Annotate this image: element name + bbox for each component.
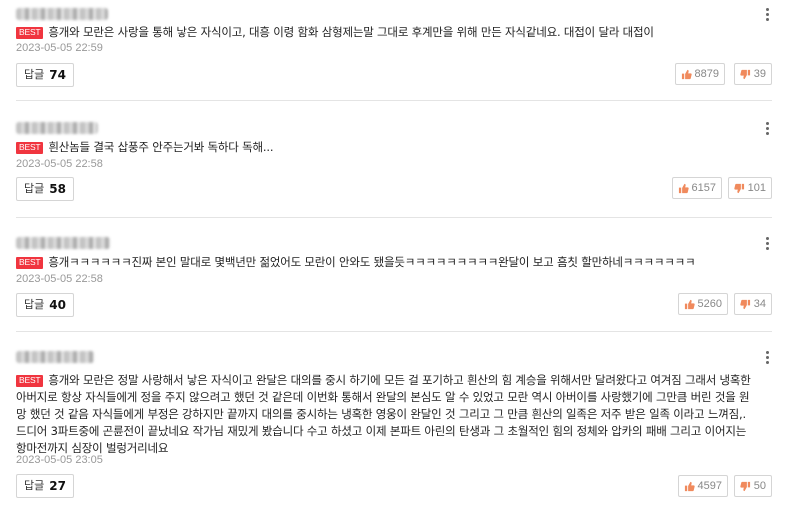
reply-label: 답글 bbox=[24, 68, 45, 81]
author-name-blurred bbox=[16, 237, 110, 249]
comment-author-row bbox=[16, 6, 772, 22]
thumbs-down-icon bbox=[740, 69, 750, 79]
comment-text: 흥개와 모란은 사랑을 통해 낳은 자식이고, 대흥 이령 함화 삼형제는말 그… bbox=[48, 25, 654, 39]
dislike-button[interactable]: 34 bbox=[733, 293, 772, 315]
comment-text: 흥개와 모란은 정말 사랑해서 낳은 자식이고 완달은 대의를 중시 하기에 모… bbox=[16, 373, 751, 455]
comment-body: BEST 흥개ㅋㅋㅋㅋㅋㅋ진짜 본인 말대로 몇백년만 젊었어도 모란이 안와도 … bbox=[16, 254, 756, 271]
like-button[interactable]: 6157 bbox=[671, 177, 722, 199]
comment-text: 흰산놈들 결국 삽풍주 안주는거봐 독하다 독해... bbox=[48, 140, 274, 154]
like-count: 5260 bbox=[697, 298, 722, 310]
reply-button[interactable]: 답글 40 bbox=[16, 293, 74, 317]
reply-button[interactable]: 답글 74 bbox=[16, 63, 74, 87]
comment-item: BEST 흥개ㅋㅋㅋㅋㅋㅋ진짜 본인 말대로 몇백년만 젊었어도 모란이 안와도 … bbox=[16, 235, 772, 332]
thumbs-up-icon bbox=[678, 183, 689, 193]
comment-item: BEST 흥개와 모란은 정말 사랑해서 낳은 자식이고 완달은 대의를 중시 하… bbox=[16, 349, 772, 513]
author-name-blurred bbox=[16, 351, 94, 363]
dislike-button[interactable]: 101 bbox=[727, 177, 772, 199]
comment-date: 2023-05-05 22:59 bbox=[16, 42, 103, 54]
reply-count: 58 bbox=[49, 182, 66, 196]
best-badge: BEST bbox=[16, 257, 44, 269]
reply-label: 답글 bbox=[24, 298, 45, 311]
reply-count: 40 bbox=[49, 298, 66, 312]
more-vertical-icon[interactable] bbox=[762, 119, 772, 137]
thumbs-down-icon bbox=[740, 299, 750, 309]
thumbs-up-icon bbox=[684, 299, 695, 309]
dislike-count: 39 bbox=[753, 68, 766, 80]
dislike-count: 34 bbox=[753, 298, 766, 310]
like-count: 8879 bbox=[694, 68, 719, 80]
comment-author-row bbox=[16, 235, 772, 251]
reply-count: 27 bbox=[49, 479, 66, 493]
like-count: 4597 bbox=[697, 480, 722, 492]
comment-item: BEST 흰산놈들 결국 삽풍주 안주는거봐 독하다 독해... 2023-05-… bbox=[16, 120, 772, 218]
reply-label: 답글 bbox=[24, 479, 45, 492]
like-count: 6157 bbox=[691, 182, 716, 194]
comment-author-row bbox=[16, 120, 772, 136]
dislike-button[interactable]: 39 bbox=[733, 63, 772, 85]
more-vertical-icon[interactable] bbox=[762, 348, 772, 366]
reply-count: 74 bbox=[49, 68, 66, 82]
more-vertical-icon[interactable] bbox=[762, 5, 772, 23]
thumbs-up-icon bbox=[684, 481, 695, 491]
comment-date: 2023-05-05 23:05 bbox=[16, 454, 103, 466]
comment-body: BEST 흥개와 모란은 사랑을 통해 낳은 자식이고, 대흥 이령 함화 삼형제… bbox=[16, 24, 756, 41]
comment-body: BEST 흰산놈들 결국 삽풍주 안주는거봐 독하다 독해... bbox=[16, 139, 756, 156]
thumbs-down-icon bbox=[740, 481, 750, 491]
best-badge: BEST bbox=[16, 27, 44, 39]
best-badge: BEST bbox=[16, 375, 44, 387]
comment-text: 흥개ㅋㅋㅋㅋㅋㅋ진짜 본인 말대로 몇백년만 젊었어도 모란이 안와도 됐을듯ㅋ… bbox=[48, 255, 696, 269]
author-name-blurred bbox=[16, 8, 108, 20]
comment-date: 2023-05-05 22:58 bbox=[16, 273, 103, 285]
comment-date: 2023-05-05 22:58 bbox=[16, 158, 103, 170]
best-badge: BEST bbox=[16, 142, 44, 154]
like-button[interactable]: 5260 bbox=[677, 293, 728, 315]
comment-list: BEST 흥개와 모란은 사랑을 통해 낳은 자식이고, 대흥 이령 함화 삼형제… bbox=[0, 0, 792, 513]
comment-body: BEST 흥개와 모란은 정말 사랑해서 낳은 자식이고 완달은 대의를 중시 하… bbox=[16, 372, 756, 457]
dislike-count: 101 bbox=[747, 182, 766, 194]
more-vertical-icon[interactable] bbox=[762, 234, 772, 252]
thumbs-up-icon bbox=[681, 69, 692, 79]
dislike-button[interactable]: 50 bbox=[733, 475, 772, 497]
thumbs-down-icon bbox=[733, 183, 744, 193]
dislike-count: 50 bbox=[753, 480, 766, 492]
like-button[interactable]: 4597 bbox=[677, 475, 728, 497]
comment-item: BEST 흥개와 모란은 사랑을 통해 낳은 자식이고, 대흥 이령 함화 삼형제… bbox=[16, 6, 772, 101]
like-button[interactable]: 8879 bbox=[674, 63, 725, 85]
reply-button[interactable]: 답글 58 bbox=[16, 177, 74, 201]
comment-author-row bbox=[16, 349, 772, 365]
reply-label: 답글 bbox=[24, 182, 45, 195]
author-name-blurred bbox=[16, 122, 98, 134]
reply-button[interactable]: 답글 27 bbox=[16, 474, 74, 498]
